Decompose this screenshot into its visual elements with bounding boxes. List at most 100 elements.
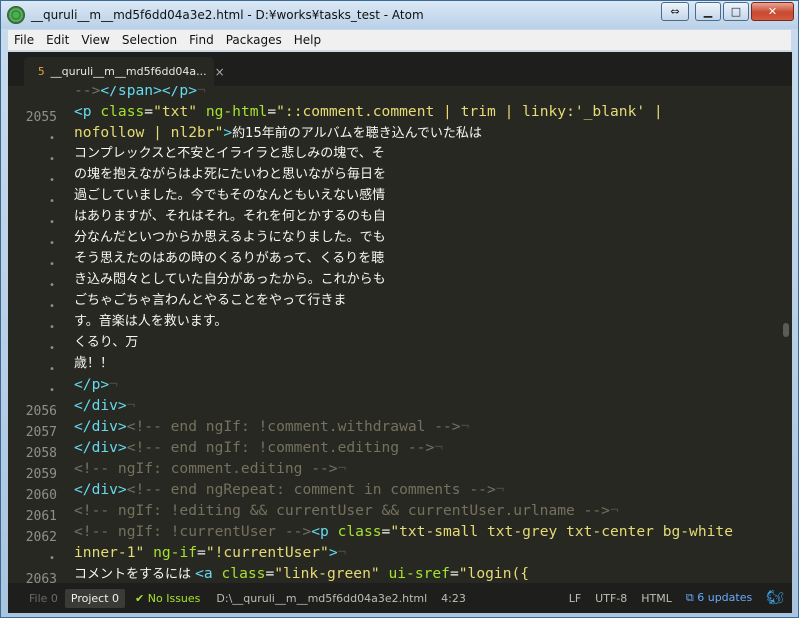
editor-pane: 5 __quruli__m__md5f6dd04a... × 2055 • • … <box>8 52 792 613</box>
menu-selection[interactable]: Selection <box>116 33 183 47</box>
code-token: <!-- end ngIf: !comment.withdrawal --> <box>126 418 461 435</box>
line-ending[interactable]: LF <box>569 592 581 605</box>
line-number: 2056 <box>25 404 57 419</box>
file-encoding[interactable]: UTF-8 <box>595 592 627 605</box>
code-line: くるり、万 <box>74 335 139 350</box>
code-token: コメントをするには <box>74 567 196 582</box>
code-line: <!-- ngIf: !currentUser --><p class="txt… <box>74 521 733 542</box>
wrap-marker: • <box>48 343 55 354</box>
code-token: = <box>144 103 154 120</box>
status-project-tab[interactable]: Project 0 <box>64 588 126 608</box>
cursor-position[interactable]: 4:23 <box>441 592 466 605</box>
code-token: > <box>328 544 338 561</box>
code-token: </div> <box>74 481 127 498</box>
code-token: <p <box>311 523 338 540</box>
code-token: class <box>337 523 382 540</box>
code-token: <p <box>74 103 101 120</box>
maximize-button[interactable]: □ <box>723 2 749 21</box>
squirrel-icon[interactable]: 🐿 <box>766 590 784 606</box>
eol-marker: ¬ <box>460 418 470 435</box>
menu-packages[interactable]: Packages <box>220 33 288 47</box>
close-button[interactable]: ✕ <box>751 2 794 21</box>
updates-label: 6 updates <box>697 591 753 604</box>
code-token: </div> <box>74 418 127 435</box>
eol-marker: ¬ <box>337 460 347 477</box>
file-path[interactable]: D:\__quruli__m__md5f6dd04a3e2.html <box>216 592 427 605</box>
code-token: <!-- end ngRepeat: comment in comments -… <box>126 481 496 498</box>
code-token: <!-- ngIf: !currentUser --> <box>74 523 312 540</box>
code-line: コメントをするには <a class="link-green" ui-sref=… <box>74 563 529 582</box>
code-line: ごちゃごちゃ言わんとやることをやって行きま <box>74 293 347 308</box>
menu-help[interactable]: Help <box>288 33 327 47</box>
menu-file[interactable]: File <box>8 33 40 47</box>
code-token: "!currentUser" <box>205 544 329 561</box>
eol-marker: ¬ <box>126 397 136 414</box>
code-token: "txt" <box>153 103 198 120</box>
code-token: = <box>265 565 275 582</box>
code-token: 約15年前のアルバムを聴き込んでいた私は <box>232 126 482 141</box>
code-token: "::comment.comment | trim | linky:'_blan… <box>276 103 663 120</box>
code-line: き込み悶々としていた自分があったから。これからも <box>74 272 386 287</box>
code-line: はありますが、それはそれ。それを何とかするのも自 <box>74 209 386 224</box>
code-line: そう思えたのはあの時のくるりがあって、くるりを聴 <box>74 251 385 266</box>
grammar-selector[interactable]: HTML <box>641 592 672 605</box>
code-token: = <box>197 544 206 561</box>
status-file-tab[interactable]: File 0 <box>24 589 63 608</box>
code-token: class <box>100 103 145 120</box>
eol-marker: ¬ <box>495 481 505 498</box>
line-number: 2061 <box>25 509 57 524</box>
code-line: </div><!-- end ngRepeat: comment in comm… <box>74 479 505 500</box>
line-number: 2062 <box>25 530 57 545</box>
eol-marker: ¬ <box>434 439 444 456</box>
menu-edit[interactable]: Edit <box>40 33 75 47</box>
line-number: 2060 <box>25 488 57 503</box>
atom-logo-icon <box>8 7 24 23</box>
wrap-marker: • <box>48 322 55 333</box>
linter-status[interactable]: ✔ No Issues <box>135 592 200 605</box>
status-right: LF UTF-8 HTML ⧉ 6 updates 🐿 <box>569 590 784 606</box>
tab-html-file[interactable]: 5 __quruli__m__md5f6dd04a... × <box>24 57 225 86</box>
window-controls: ⇔ ▁ □ ✕ <box>661 2 794 21</box>
code-line: <!-- ngIf: !editing && currentUser && cu… <box>74 500 619 521</box>
menu-find[interactable]: Find <box>183 33 220 47</box>
code-token: </p> <box>74 376 110 393</box>
code-line: </div><!-- end ngIf: !comment.withdrawal… <box>74 416 469 437</box>
package-updates[interactable]: ⧉ 6 updates <box>686 591 752 605</box>
eol-marker: ¬ <box>109 376 118 393</box>
title-bar[interactable]: __quruli__m__md5f6dd04a3e2.html - D:¥wor… <box>1 1 798 29</box>
code-token: </span></p> <box>100 86 198 99</box>
wrap-marker: • <box>48 280 55 291</box>
package-icon: ⧉ <box>685 591 698 604</box>
scroll-thumb[interactable] <box>783 323 789 337</box>
code-token: <!-- end ngIf: !comment.editing --> <box>126 439 435 456</box>
status-bar: File 0 Project 0 ✔ No Issues D:\__quruli… <box>8 583 792 613</box>
code-line: </div>¬ <box>74 395 136 416</box>
code-line: コンプレックスと不安とイライラと悲しみの塊で、そ <box>74 146 385 161</box>
code-token: </div> <box>74 439 127 456</box>
swap-window-button[interactable]: ⇔ <box>661 2 689 21</box>
html5-icon: 5 <box>38 65 45 78</box>
code-token: class <box>221 565 266 582</box>
wrap-marker: • <box>48 301 55 312</box>
eol-marker: ¬ <box>197 86 206 99</box>
code-line: 歳！！ <box>74 356 114 371</box>
line-number: 2055 <box>25 110 57 125</box>
tab-close-icon[interactable]: × <box>215 65 225 79</box>
code-token: "login({ <box>458 565 530 582</box>
menu-view[interactable]: View <box>75 33 115 47</box>
wrap-marker: • <box>48 217 55 228</box>
code-line: nofollow | nl2br">約15年前のアルバムを聴き込んでいた私は <box>74 122 482 143</box>
menu-bar: File Edit View Selection Find Packages H… <box>8 30 791 51</box>
minimize-button[interactable]: ▁ <box>695 2 721 21</box>
code-area[interactable]: --></span></p>¬ <p class="txt" ng-html="… <box>74 86 778 582</box>
code-line: </p>¬ <box>74 374 118 395</box>
code-token: </div> <box>74 397 127 414</box>
code-token: "txt-small txt-grey txt-center bg-white <box>390 523 733 540</box>
code-token: <!-- ngIf: comment.editing --> <box>74 460 338 477</box>
wrap-marker: • <box>48 364 55 375</box>
line-number: 2057 <box>25 425 57 440</box>
code-line: --></span></p>¬ <box>74 86 206 101</box>
code-token: > <box>223 124 233 141</box>
vertical-scrollbar[interactable] <box>778 86 792 582</box>
eol-marker: ¬ <box>337 544 347 561</box>
